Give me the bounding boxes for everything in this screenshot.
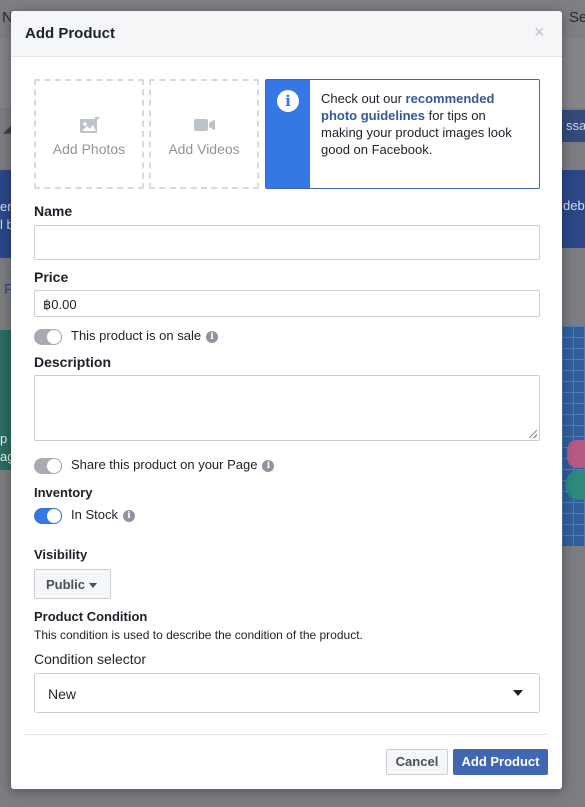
add-videos-button[interactable]: Add Videos xyxy=(149,79,259,189)
chevron-down-icon xyxy=(513,690,523,696)
toggle-knob xyxy=(46,508,62,524)
background-top-right-text: Se xyxy=(569,9,585,26)
price-input[interactable]: ฿0.00 xyxy=(34,290,540,317)
name-label: Name xyxy=(34,203,73,219)
info-icon[interactable]: i xyxy=(122,510,135,522)
chevron-down-icon xyxy=(89,583,97,588)
tip-prefix: Check out our xyxy=(321,91,406,106)
video-camera-icon xyxy=(194,119,215,131)
description-textarea[interactable] xyxy=(34,375,540,441)
visibility-value: Public xyxy=(46,577,86,592)
info-icon: i xyxy=(277,90,299,112)
on-sale-text: This product is on sale xyxy=(71,328,202,343)
visibility-label: Visibility xyxy=(34,547,88,562)
product-condition-title: Product Condition xyxy=(34,609,148,624)
condition-selector-label: Condition selector xyxy=(34,651,147,667)
name-input[interactable] xyxy=(34,225,540,260)
dialog-title: Add Product xyxy=(25,25,115,42)
background-decor-blob-pink xyxy=(567,440,585,468)
in-stock-label: In Stock i xyxy=(71,507,135,522)
inventory-label: Inventory xyxy=(34,485,93,500)
toggle-knob xyxy=(46,458,62,474)
tip-accent-stripe: i xyxy=(266,80,310,188)
add-videos-label: Add Videos xyxy=(168,141,240,157)
add-photos-button[interactable]: Add Photos xyxy=(34,79,144,189)
visibility-dropdown[interactable]: Public xyxy=(34,569,111,599)
background-right-banner-text: debi xyxy=(563,198,585,213)
add-product-dialog: Add Product × Add Photos Add Videos i Ch… xyxy=(11,11,562,789)
dialog-header: Add Product × xyxy=(11,11,562,57)
on-sale-toggle[interactable] xyxy=(34,329,62,345)
photo-guidelines-tip: i Check out our recommended photo guidel… xyxy=(265,79,540,189)
share-to-page-text: Share this product on your Page xyxy=(71,457,258,472)
share-to-page-label: Share this product on your Page i xyxy=(71,457,275,472)
share-to-page-toggle[interactable] xyxy=(34,458,62,474)
price-value: ฿0.00 xyxy=(43,297,77,312)
in-stock-toggle[interactable] xyxy=(34,508,62,524)
in-stock-text: In Stock xyxy=(71,507,118,522)
condition-select[interactable]: New xyxy=(34,673,540,713)
add-photos-label: Add Photos xyxy=(52,141,126,157)
close-icon[interactable]: × xyxy=(534,23,545,41)
add-product-button[interactable]: Add Product xyxy=(453,749,548,775)
info-icon[interactable]: i xyxy=(262,460,275,472)
price-label: Price xyxy=(34,269,69,285)
background-right-promo-image xyxy=(562,326,585,546)
tip-text: Check out our recommended photo guidelin… xyxy=(321,90,526,158)
condition-value: New xyxy=(48,686,77,702)
footer-divider xyxy=(25,734,548,735)
resize-grip-icon[interactable] xyxy=(529,430,537,438)
on-sale-label: This product is on sale i xyxy=(71,328,219,343)
toggle-knob xyxy=(46,329,62,345)
info-icon[interactable]: i xyxy=(206,331,219,343)
description-label: Description xyxy=(34,354,112,370)
product-condition-description: This condition is used to describe the c… xyxy=(34,628,363,642)
cancel-button[interactable]: Cancel xyxy=(386,749,448,775)
photo-icon xyxy=(80,117,100,133)
